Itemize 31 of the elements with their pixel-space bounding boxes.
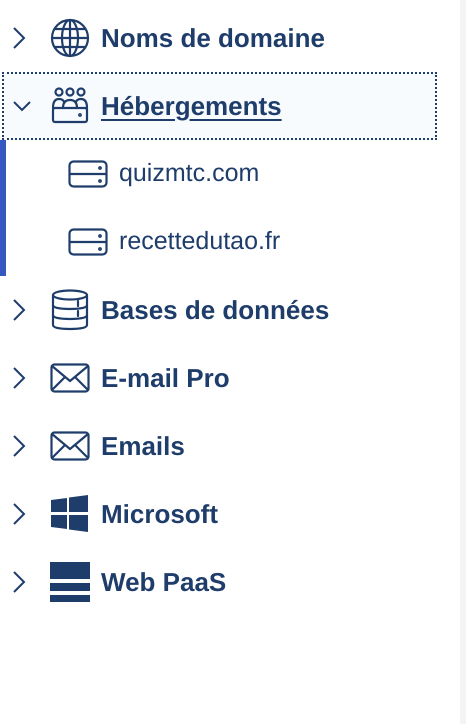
menu-item-label: Emails [101,430,185,462]
menu-item-label: Web PaaS [101,566,226,598]
envelope-icon [50,431,90,461]
menu-item[interactable]: Microsoft [2,480,437,548]
menu-item[interactable]: Hébergements [2,72,437,140]
chevron-right-icon[interactable] [12,366,26,390]
menu-item-label: Bases de données [101,294,330,326]
people-with-box-icon [50,86,90,126]
chevron-right-icon[interactable] [12,434,26,458]
server-icon [68,228,108,256]
menu-item[interactable]: E-mail Pro [2,344,437,412]
menu-item-label: Hébergements [101,90,282,122]
menu-item-label: E-mail Pro [101,362,230,394]
submenu-link[interactable]: recettedutao.fr [119,223,280,261]
database-icon [50,289,90,331]
stacked-bars-icon [50,562,90,602]
chevron-right-icon[interactable] [12,298,26,322]
server-icon [68,160,108,188]
chevron-right-icon[interactable] [12,570,26,594]
globe-icon [50,18,90,58]
envelope-icon [50,363,90,393]
submenu-link[interactable]: quizmtc.com [119,155,260,193]
menu-item[interactable]: Bases de données [2,276,437,344]
menu-item[interactable]: Emails [2,412,437,480]
menu-item[interactable]: Noms de domaine [2,4,437,72]
windows-logo-icon [50,494,90,534]
menu-item[interactable]: Web PaaS [2,548,437,616]
chevron-right-icon[interactable] [12,502,26,526]
menu-item-label: Microsoft [101,498,218,530]
chevron-right-icon[interactable] [12,26,26,50]
menu-item-label: Noms de domaine [101,22,325,54]
